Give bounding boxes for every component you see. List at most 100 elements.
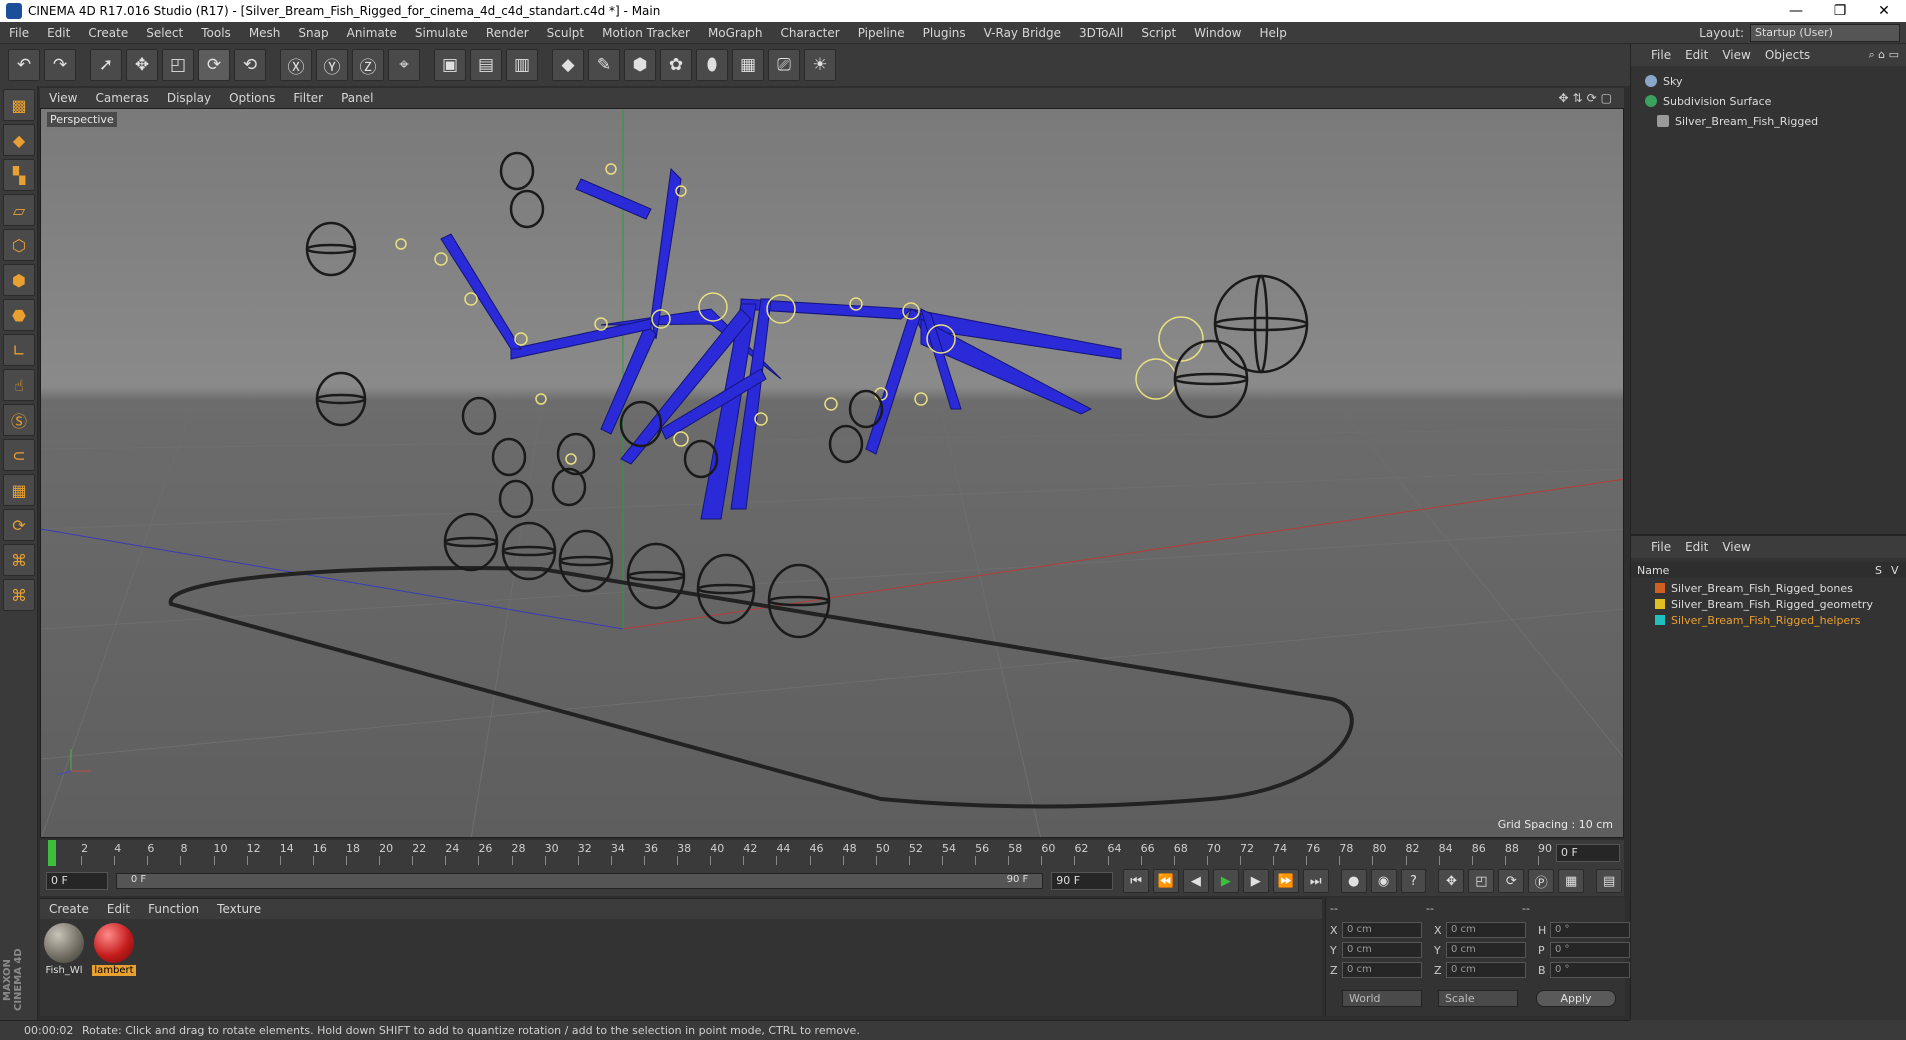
scale-icon[interactable]: ◰ <box>162 49 194 81</box>
snapping-icon[interactable]: Ⓢ <box>3 404 35 436</box>
select-arrow-icon[interactable]: ➚ <box>90 49 122 81</box>
rot-p-field[interactable]: 0 ° <box>1550 942 1630 958</box>
render-view-icon[interactable]: ▣ <box>434 49 466 81</box>
pos-y-field[interactable]: 0 cm <box>1342 942 1422 958</box>
python-script-2-icon[interactable]: ⌘ <box>3 579 35 611</box>
coordinate-system-icon[interactable]: ⌖ <box>388 49 420 81</box>
key-scale-icon[interactable]: ◰ <box>1468 869 1495 893</box>
layout-dropdown[interactable]: Startup (User) <box>1750 24 1900 42</box>
camera-icon[interactable]: ⎚ <box>768 49 800 81</box>
timeline-playhead[interactable] <box>48 840 56 866</box>
menu-window[interactable]: Window <box>1185 26 1250 40</box>
keyframe-selection-icon[interactable]: ? <box>1400 869 1427 893</box>
play-icon[interactable]: ▶ <box>1212 869 1239 893</box>
light-icon[interactable]: ☀ <box>804 49 836 81</box>
make-editable-icon[interactable]: ▩ <box>3 89 35 121</box>
polygons-mode-icon[interactable]: ⬣ <box>3 299 35 331</box>
current-frame-field[interactable]: 0 F <box>1556 844 1620 862</box>
menu-mograph[interactable]: MoGraph <box>699 26 772 40</box>
preview-range-slider[interactable]: 0 F 90 F <box>115 873 1044 889</box>
start-frame-field[interactable]: 0 F <box>46 872 108 890</box>
viewport-menu-filter[interactable]: Filter <box>284 91 332 105</box>
menu-3dtoall[interactable]: 3DToAll <box>1070 26 1132 40</box>
rot-h-field[interactable]: 0 ° <box>1550 922 1630 938</box>
menu-file[interactable]: File <box>0 26 38 40</box>
points-mode-icon[interactable]: ⬡ <box>3 229 35 261</box>
material-menu-create[interactable]: Create <box>40 902 98 916</box>
material-fish[interactable]: Fish_Wl <box>42 923 86 976</box>
menu-animate[interactable]: Animate <box>338 26 406 40</box>
z-axis-lock-icon[interactable]: Ⓩ <box>352 49 384 81</box>
go-to-end-icon[interactable]: ⏭ <box>1302 869 1329 893</box>
object-menu-file[interactable]: File <box>1631 48 1678 62</box>
close-button[interactable]: ✕ <box>1862 3 1906 19</box>
object-search-icon[interactable]: ⌕ ⌂ ▭ <box>1861 48 1906 62</box>
object-row-subdivision[interactable]: Subdivision Surface <box>1631 92 1906 110</box>
viewport-menu-panel[interactable]: Panel <box>332 91 382 105</box>
workplane-icon[interactable]: ▱ <box>3 194 35 226</box>
menu-pipeline[interactable]: Pipeline <box>849 26 914 40</box>
scale-dropdown[interactable]: Scale <box>1438 990 1518 1007</box>
menu-character[interactable]: Character <box>771 26 848 40</box>
rot-b-field[interactable]: 0 ° <box>1550 962 1630 978</box>
pos-x-field[interactable]: 0 cm <box>1342 922 1422 938</box>
minimize-button[interactable]: — <box>1774 3 1818 19</box>
object-row-fish[interactable]: Silver_Bream_Fish_Rigged <box>1631 112 1906 130</box>
size-x-field[interactable]: 0 cm <box>1446 922 1526 938</box>
key-parameter-icon[interactable]: Ⓟ <box>1528 869 1555 893</box>
menu-motion-tracker[interactable]: Motion Tracker <box>593 26 699 40</box>
viewport-menu-display[interactable]: Display <box>158 91 220 105</box>
layer-row-geometry[interactable]: Silver_Bream_Fish_Rigged_geometry <box>1631 596 1906 612</box>
next-key-icon[interactable]: ⏩ <box>1272 869 1299 893</box>
axis-mode-icon[interactable]: ∟ <box>3 334 35 366</box>
object-menu-objects[interactable]: Objects <box>1758 48 1817 62</box>
material-menu-texture[interactable]: Texture <box>208 902 270 916</box>
redo-icon[interactable]: ↷ <box>44 49 76 81</box>
previous-frame-icon[interactable]: ◀ <box>1182 869 1209 893</box>
edges-mode-icon[interactable]: ⬢ <box>3 264 35 296</box>
menu-snap[interactable]: Snap <box>289 26 337 40</box>
material-menu-edit[interactable]: Edit <box>98 902 139 916</box>
undo-icon[interactable]: ↶ <box>8 49 40 81</box>
grid-rotate-icon[interactable]: ⟳ <box>3 509 35 541</box>
texture-mode-icon[interactable]: ▚ <box>3 159 35 191</box>
deformer-icon[interactable]: ⬮ <box>696 49 728 81</box>
cube-icon[interactable]: ◆ <box>552 49 584 81</box>
layer-row-bones[interactable]: Silver_Bream_Fish_Rigged_bones <box>1631 580 1906 596</box>
frame-ruler[interactable]: 0246810121416182022242628303234363840424… <box>48 840 1552 866</box>
viewport-navigation-icons[interactable]: ✥⇅⟳▢ <box>1558 91 1624 105</box>
pos-z-field[interactable]: 0 cm <box>1342 962 1422 978</box>
menu-vray-bridge[interactable]: V-Ray Bridge <box>975 26 1070 40</box>
end-frame-field[interactable]: 90 F <box>1051 872 1114 890</box>
key-position-icon[interactable]: ✥ <box>1438 869 1465 893</box>
recent-tool-icon[interactable]: ⟲ <box>234 49 266 81</box>
rotate-icon[interactable]: ⟳ <box>198 49 230 81</box>
menu-sculpt[interactable]: Sculpt <box>538 26 593 40</box>
perspective-viewport[interactable]: Perspective Grid Spacing : 10 cm <box>40 108 1624 838</box>
x-axis-lock-icon[interactable]: Ⓧ <box>280 49 312 81</box>
move-icon[interactable]: ✥ <box>126 49 158 81</box>
go-to-start-icon[interactable]: ⏮ <box>1123 869 1150 893</box>
object-row-sky[interactable]: Sky <box>1631 72 1906 90</box>
tweak-mode-icon[interactable]: ☝ <box>3 369 35 401</box>
menu-help[interactable]: Help <box>1250 26 1295 40</box>
viewport-menu-options[interactable]: Options <box>220 91 284 105</box>
menu-tools[interactable]: Tools <box>192 26 240 40</box>
object-menu-view[interactable]: View <box>1715 48 1757 62</box>
record-keys-icon[interactable]: ● <box>1340 869 1367 893</box>
menu-script[interactable]: Script <box>1132 26 1185 40</box>
menu-mesh[interactable]: Mesh <box>240 26 290 40</box>
render-settings-icon[interactable]: ▥ <box>506 49 538 81</box>
next-frame-icon[interactable]: ▶ <box>1242 869 1269 893</box>
grid-lock-icon[interactable]: ▦ <box>3 474 35 506</box>
floor-icon[interactable]: ▦ <box>732 49 764 81</box>
model-mode-icon[interactable]: ◆ <box>3 124 35 156</box>
menu-edit[interactable]: Edit <box>38 26 79 40</box>
autokey-icon[interactable]: ◉ <box>1370 869 1397 893</box>
restore-button[interactable]: ❐ <box>1818 3 1862 19</box>
layer-row-helpers[interactable]: Silver_Bream_Fish_Rigged_helpers <box>1631 612 1906 628</box>
python-script-icon[interactable]: ⌘ <box>3 544 35 576</box>
material-lambert[interactable]: lambert <box>92 923 136 976</box>
viewport-menu-cameras[interactable]: Cameras <box>86 91 157 105</box>
menu-select[interactable]: Select <box>137 26 192 40</box>
